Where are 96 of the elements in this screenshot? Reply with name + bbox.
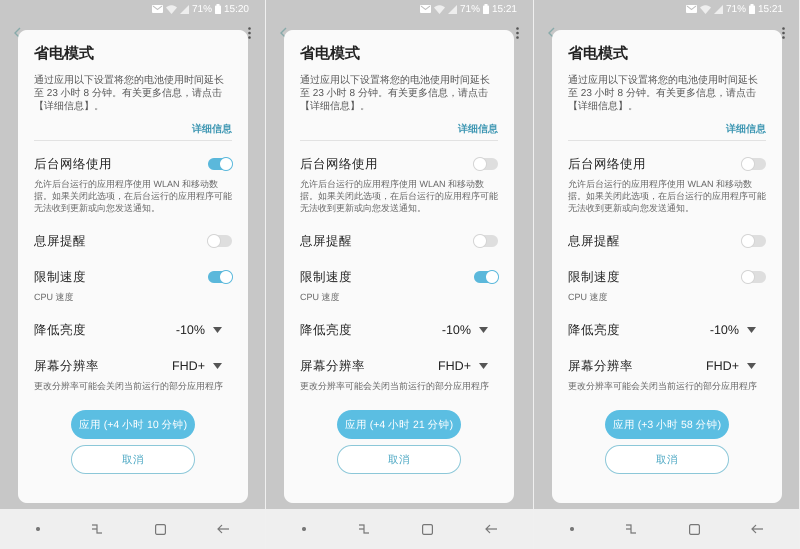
setting-label: 屏幕分辨率 [300, 358, 365, 374]
toggle-switch[interactable] [742, 271, 766, 283]
more-icon[interactable] [248, 27, 251, 39]
dropdown-value[interactable]: FHD+ [706, 359, 739, 373]
dialog-title: 省电模式 [300, 44, 361, 64]
signal-icon [448, 4, 457, 14]
home-icon[interactable] [688, 524, 700, 534]
toggle-switch[interactable] [474, 158, 498, 170]
recents-icon[interactable] [358, 524, 370, 534]
recents-icon[interactable] [625, 524, 638, 534]
dropdown-value[interactable]: -10% [710, 323, 739, 337]
dropdown-caret-icon[interactable] [479, 327, 488, 333]
apply-button[interactable]: 应用 (+4 小时 21 分钟) [337, 410, 461, 439]
setting-label: 屏幕分辨率 [34, 358, 99, 374]
dropdown-caret-icon[interactable] [747, 363, 756, 369]
battery-level: 71% [192, 4, 212, 14]
battery-icon [748, 4, 755, 14]
clock-time: 15:20 [224, 4, 249, 14]
dropdown-value[interactable]: FHD+ [438, 359, 471, 373]
dropdown-caret-icon[interactable] [479, 363, 488, 369]
setting-label: 降低亮度 [300, 322, 352, 338]
cancel-button[interactable]: 取消 [71, 445, 195, 474]
toggle-switch[interactable] [208, 271, 232, 283]
description-text: 通过应用以下设置将您的电池使用时间延长至 23 小时 8 分钟。有关更多信息，请点击【详细信息】。 [300, 74, 491, 113]
toggle-switch[interactable] [742, 158, 766, 170]
setting-description: CPU 速度 [568, 291, 609, 303]
setting-label: 后台网络使用 [34, 156, 112, 172]
toggle-switch[interactable] [474, 271, 498, 283]
dialog-title: 省电模式 [34, 44, 95, 64]
dot-icon[interactable] [36, 527, 40, 531]
setting-description: 允许后台运行的应用程序使用 WLAN 和移动数据。如果关闭此选项，在后台运行的应用程序可能无法收到更新或向您发送通知。 [300, 178, 498, 214]
setting-label: 限制速度 [300, 268, 352, 286]
setting-description: 更改分辨率可能会关闭当前运行的部分应用程序 [568, 380, 758, 392]
details-link[interactable]: 详细信息 [192, 122, 232, 136]
details-link[interactable]: 详细信息 [726, 122, 766, 136]
cancel-button[interactable]: 取消 [337, 445, 461, 474]
setting-label: 屏幕分辨率 [568, 358, 633, 374]
back-icon[interactable] [548, 27, 555, 39]
more-icon[interactable] [516, 27, 519, 39]
dropdown-value[interactable]: -10% [176, 323, 205, 337]
toggle-switch[interactable] [208, 235, 232, 247]
message-icon [152, 5, 163, 13]
cancel-button[interactable]: 取消 [605, 445, 729, 474]
back-arrow-icon[interactable] [751, 524, 764, 534]
description-text: 通过应用以下设置将您的电池使用时间延长至 23 小时 8 分钟。有关更多信息，请点击【详细信息】。 [34, 74, 225, 113]
back-arrow-icon[interactable] [217, 524, 230, 534]
apply-button[interactable]: 应用 (+3 小时 58 分钟) [605, 410, 729, 439]
dropdown-value[interactable]: FHD+ [172, 359, 205, 373]
home-icon[interactable] [154, 524, 166, 534]
recents-icon[interactable] [91, 524, 104, 534]
battery-level: 71% [460, 4, 480, 14]
dialog-title: 省电模式 [568, 44, 629, 64]
back-icon[interactable] [14, 27, 21, 39]
setting-label: 限制速度 [568, 268, 620, 286]
setting-description: CPU 速度 [34, 291, 75, 303]
wifi-icon [434, 4, 445, 14]
more-icon[interactable] [782, 27, 785, 39]
setting-description: 允许后台运行的应用程序使用 WLAN 和移动数据。如果关闭此选项，在后台运行的应用程序可能无法收到更新或向您发送通知。 [568, 178, 766, 214]
setting-label: 息屏提醒 [300, 232, 352, 250]
message-icon [420, 5, 431, 13]
setting-label: 降低亮度 [34, 322, 86, 338]
signal-icon [714, 4, 723, 14]
description-text: 通过应用以下设置将您的电池使用时间延长至 23 小时 8 分钟。有关更多信息，请点击【详细信息】。 [568, 74, 759, 113]
toggle-switch[interactable] [474, 235, 498, 247]
back-arrow-icon[interactable] [485, 524, 497, 534]
home-icon[interactable] [422, 524, 433, 534]
dot-icon[interactable] [302, 527, 306, 531]
apply-button[interactable]: 应用 (+4 小时 10 分钟) [71, 410, 195, 439]
dropdown-caret-icon[interactable] [213, 363, 222, 369]
dropdown-caret-icon[interactable] [747, 327, 756, 333]
setting-label: 息屏提醒 [34, 232, 86, 250]
details-link[interactable]: 详细信息 [458, 122, 498, 136]
signal-icon [180, 4, 189, 14]
setting-description: 允许后台运行的应用程序使用 WLAN 和移动数据。如果关闭此选项，在后台运行的应用程序可能无法收到更新或向您发送通知。 [34, 178, 232, 214]
clock-time: 15:21 [758, 4, 783, 14]
toggle-switch[interactable] [742, 235, 766, 247]
battery-icon [482, 4, 489, 14]
toggle-switch[interactable] [208, 158, 232, 170]
setting-label: 限制速度 [34, 268, 86, 286]
dot-icon[interactable] [570, 527, 574, 531]
dropdown-caret-icon[interactable] [213, 327, 222, 333]
setting-label: 后台网络使用 [568, 156, 646, 172]
setting-description: CPU 速度 [300, 291, 341, 303]
back-icon[interactable] [280, 27, 287, 39]
wifi-icon [166, 4, 177, 14]
battery-level: 71% [726, 4, 746, 14]
setting-label: 后台网络使用 [300, 156, 378, 172]
wifi-icon [700, 4, 711, 14]
message-icon [686, 5, 697, 13]
setting-label: 降低亮度 [568, 322, 620, 338]
clock-time: 15:21 [492, 4, 517, 14]
setting-description: 更改分辨率可能会关闭当前运行的部分应用程序 [34, 380, 224, 392]
setting-description: 更改分辨率可能会关闭当前运行的部分应用程序 [300, 380, 490, 392]
dropdown-value[interactable]: -10% [442, 323, 471, 337]
battery-icon [214, 4, 221, 14]
setting-label: 息屏提醒 [568, 232, 620, 250]
